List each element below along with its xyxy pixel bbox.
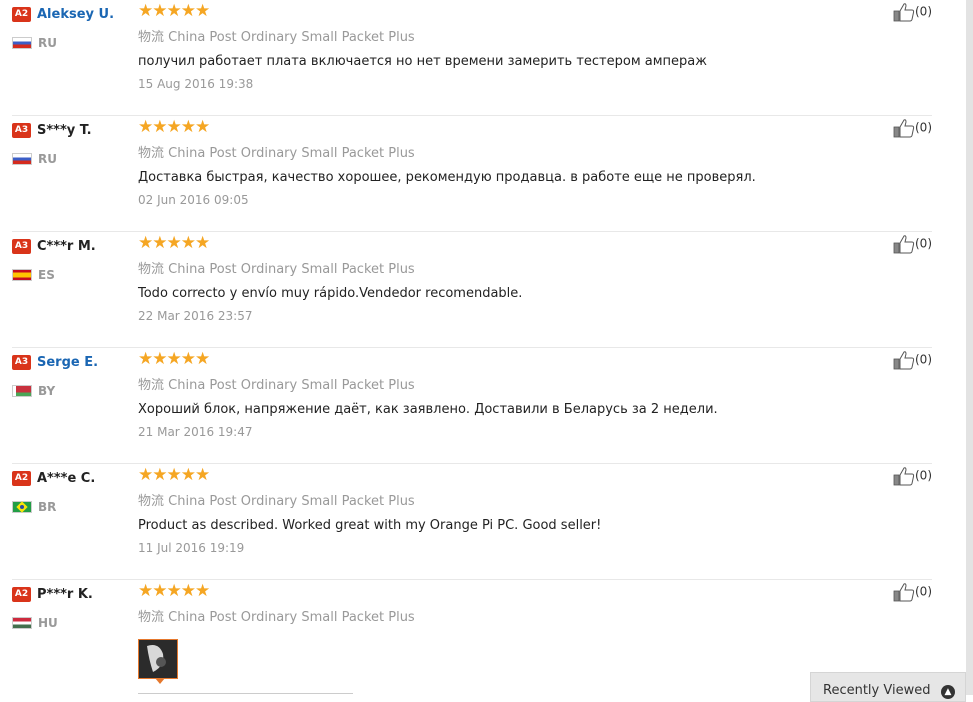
helpful-button[interactable]: (0) bbox=[893, 582, 932, 602]
logistics-info: 物流 China Post Ordinary Small Packet Plus bbox=[138, 494, 415, 509]
country-flag-icon bbox=[12, 36, 32, 49]
country-flag-icon bbox=[12, 500, 32, 513]
review-item: A3 Serge E. BY ★★★★★ 物流 China Post Ordina… bbox=[12, 348, 932, 464]
buyer-level-badge: A3 bbox=[12, 355, 31, 370]
buyer-level-badge: A2 bbox=[12, 471, 31, 486]
country-code: HU bbox=[38, 615, 58, 630]
helpful-count: (0) bbox=[915, 468, 932, 483]
reviewer-info: A2 A***e C. BR bbox=[12, 468, 132, 514]
star-rating: ★★★★★ bbox=[138, 1, 210, 21]
review-date: 11 Jul 2016 19:19 bbox=[138, 541, 245, 555]
photo-image bbox=[139, 640, 177, 678]
scrollbar-thumb[interactable] bbox=[966, 0, 973, 695]
review-text: получил работает плата включается но нет… bbox=[138, 54, 707, 69]
helpful-count: (0) bbox=[915, 236, 932, 251]
thumbs-up-icon bbox=[893, 467, 915, 486]
review-text: Todo correcto y envío muy rápido.Vendedo… bbox=[138, 286, 523, 301]
thumbs-up-icon bbox=[893, 583, 915, 602]
helpful-count: (0) bbox=[915, 4, 932, 19]
chevron-up-icon: ▲ bbox=[941, 685, 955, 699]
reviewer-info: A2 Aleksey U. RU bbox=[12, 4, 132, 50]
helpful-count: (0) bbox=[915, 120, 932, 135]
thumbs-up-icon bbox=[893, 235, 915, 254]
review-photo-thumbnail[interactable] bbox=[138, 639, 178, 684]
review-text: Product as described. Worked great with … bbox=[138, 518, 602, 533]
helpful-button[interactable]: (0) bbox=[893, 118, 932, 138]
helpful-button[interactable]: (0) bbox=[893, 2, 932, 22]
reviewer-name[interactable]: Serge E. bbox=[37, 355, 98, 370]
review-item: A3 C***r M. ES ★★★★★ 物流 China Post Ordina… bbox=[12, 232, 932, 348]
logistics-info: 物流 China Post Ordinary Small Packet Plus bbox=[138, 30, 415, 45]
country-code: ES bbox=[38, 267, 55, 282]
thumbs-up-icon bbox=[893, 3, 915, 22]
review-item: A2 Aleksey U. RU ★★★★★ 物流 China Post Ordi… bbox=[12, 0, 932, 116]
thumbs-up-icon bbox=[893, 119, 915, 138]
logistics-info: 物流 China Post Ordinary Small Packet Plus bbox=[138, 378, 415, 393]
country-code: RU bbox=[38, 35, 57, 50]
country-flag-icon bbox=[12, 616, 32, 629]
review-text: Доставка быстрая, качество хорошее, реко… bbox=[138, 170, 756, 185]
reviewer-info: A2 P***r K. HU bbox=[12, 584, 132, 630]
helpful-button[interactable]: (0) bbox=[893, 350, 932, 370]
country-flag-icon bbox=[12, 152, 32, 165]
star-rating: ★★★★★ bbox=[138, 233, 210, 253]
buyer-level-badge: A3 bbox=[12, 123, 31, 138]
review-item: A2 A***e C. BR ★★★★★ 物流 China Post Ordina… bbox=[12, 464, 932, 580]
review-item: A3 S***y T. RU ★★★★★ 物流 China Post Ordina… bbox=[12, 116, 932, 232]
recently-viewed-button[interactable]: Recently Viewed ▲ bbox=[810, 672, 966, 702]
country-flag-icon bbox=[12, 268, 32, 281]
helpful-button[interactable]: (0) bbox=[893, 466, 932, 486]
review-date: 02 Jun 2016 09:05 bbox=[138, 193, 249, 207]
reviewer-name: P***r K. bbox=[37, 587, 93, 602]
recently-viewed-label: Recently Viewed bbox=[823, 683, 931, 698]
helpful-button[interactable]: (0) bbox=[893, 234, 932, 254]
helpful-count: (0) bbox=[915, 584, 932, 599]
logistics-info: 物流 China Post Ordinary Small Packet Plus bbox=[138, 262, 415, 277]
logistics-info: 物流 China Post Ordinary Small Packet Plus bbox=[138, 610, 415, 625]
logistics-info: 物流 China Post Ordinary Small Packet Plus bbox=[138, 146, 415, 161]
reviewer-info: A3 S***y T. RU bbox=[12, 120, 132, 166]
reviewer-name: S***y T. bbox=[37, 123, 92, 138]
reviewer-info: A3 C***r M. ES bbox=[12, 236, 132, 282]
country-code: RU bbox=[38, 151, 57, 166]
star-rating: ★★★★★ bbox=[138, 349, 210, 369]
country-code: BY bbox=[38, 383, 56, 398]
reviewer-info: A3 Serge E. BY bbox=[12, 352, 132, 398]
reviewer-name[interactable]: Aleksey U. bbox=[37, 7, 114, 22]
country-flag-icon bbox=[12, 384, 32, 397]
buyer-level-badge: A3 bbox=[12, 239, 31, 254]
country-code: BR bbox=[38, 499, 57, 514]
review-date: 15 Aug 2016 19:38 bbox=[138, 77, 254, 91]
review-date: 21 Mar 2016 19:47 bbox=[138, 425, 253, 439]
reviewer-name: C***r M. bbox=[37, 239, 96, 254]
page-scrollbar[interactable] bbox=[966, 0, 973, 695]
reviewer-name: A***e C. bbox=[37, 471, 96, 486]
buyer-level-badge: A2 bbox=[12, 7, 31, 22]
review-list: A2 Aleksey U. RU ★★★★★ 物流 China Post Ordi… bbox=[0, 0, 940, 700]
review-item: A2 P***r K. HU ★★★★★ 物流 China Post Ordina… bbox=[12, 580, 932, 700]
star-rating: ★★★★★ bbox=[138, 465, 210, 485]
helpful-count: (0) bbox=[915, 352, 932, 367]
buyer-level-badge: A2 bbox=[12, 587, 31, 602]
review-text: Хороший блок, напряжение даёт, как заявл… bbox=[138, 402, 718, 417]
review-date: 22 Mar 2016 23:57 bbox=[138, 309, 253, 323]
star-rating: ★★★★★ bbox=[138, 581, 210, 601]
star-rating: ★★★★★ bbox=[138, 117, 210, 137]
photo-divider bbox=[138, 693, 353, 694]
thumbs-up-icon bbox=[893, 351, 915, 370]
